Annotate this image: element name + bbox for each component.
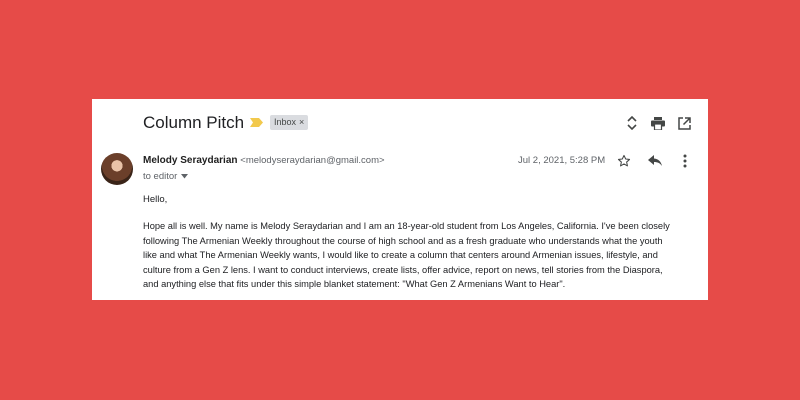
recipient-text: to editor [143, 171, 178, 182]
body-line: culture from a Gen Z lens. I want to con… [143, 264, 663, 275]
reply-icon[interactable] [648, 154, 662, 168]
important-marker-icon[interactable] [250, 118, 263, 127]
email-greeting: Hello, [143, 194, 168, 205]
more-vert-icon[interactable] [678, 154, 692, 168]
sender-name[interactable]: Melody Seraydarian [143, 155, 237, 166]
label-remove-icon[interactable]: × [299, 115, 304, 130]
inbox-label-chip[interactable]: Inbox × [270, 115, 309, 130]
caret-down-icon[interactable] [181, 174, 189, 179]
sender-line: Melody Seraydarian <melodyseraydarian@gm… [143, 155, 385, 166]
body-line: like and what The Armenian Weekly wants,… [143, 250, 658, 260]
body-line: Hope all is well. My name is Melody Sera… [143, 221, 670, 231]
body-line: and anything else that fits under this s… [143, 279, 566, 289]
recipient-details[interactable]: to editor [143, 171, 189, 182]
email-card: Column Pitch Inbox × Melody Seraydarian … [92, 99, 708, 300]
sender-avatar[interactable] [101, 153, 133, 185]
print-icon[interactable] [651, 116, 665, 130]
sender-email: <melodyseraydarian@gmail.com> [240, 155, 385, 166]
body-line: following The Armenian Weekly throughout… [143, 235, 663, 246]
email-subject: Column Pitch [143, 113, 245, 132]
star-icon[interactable] [617, 154, 631, 168]
email-date: Jul 2, 2021, 5:28 PM [518, 155, 606, 166]
unfold-icon[interactable] [625, 116, 639, 130]
email-body: Hope all is well. My name is Melody Sera… [143, 219, 703, 292]
label-text: Inbox [274, 117, 297, 127]
open-in-new-icon[interactable] [677, 116, 691, 130]
